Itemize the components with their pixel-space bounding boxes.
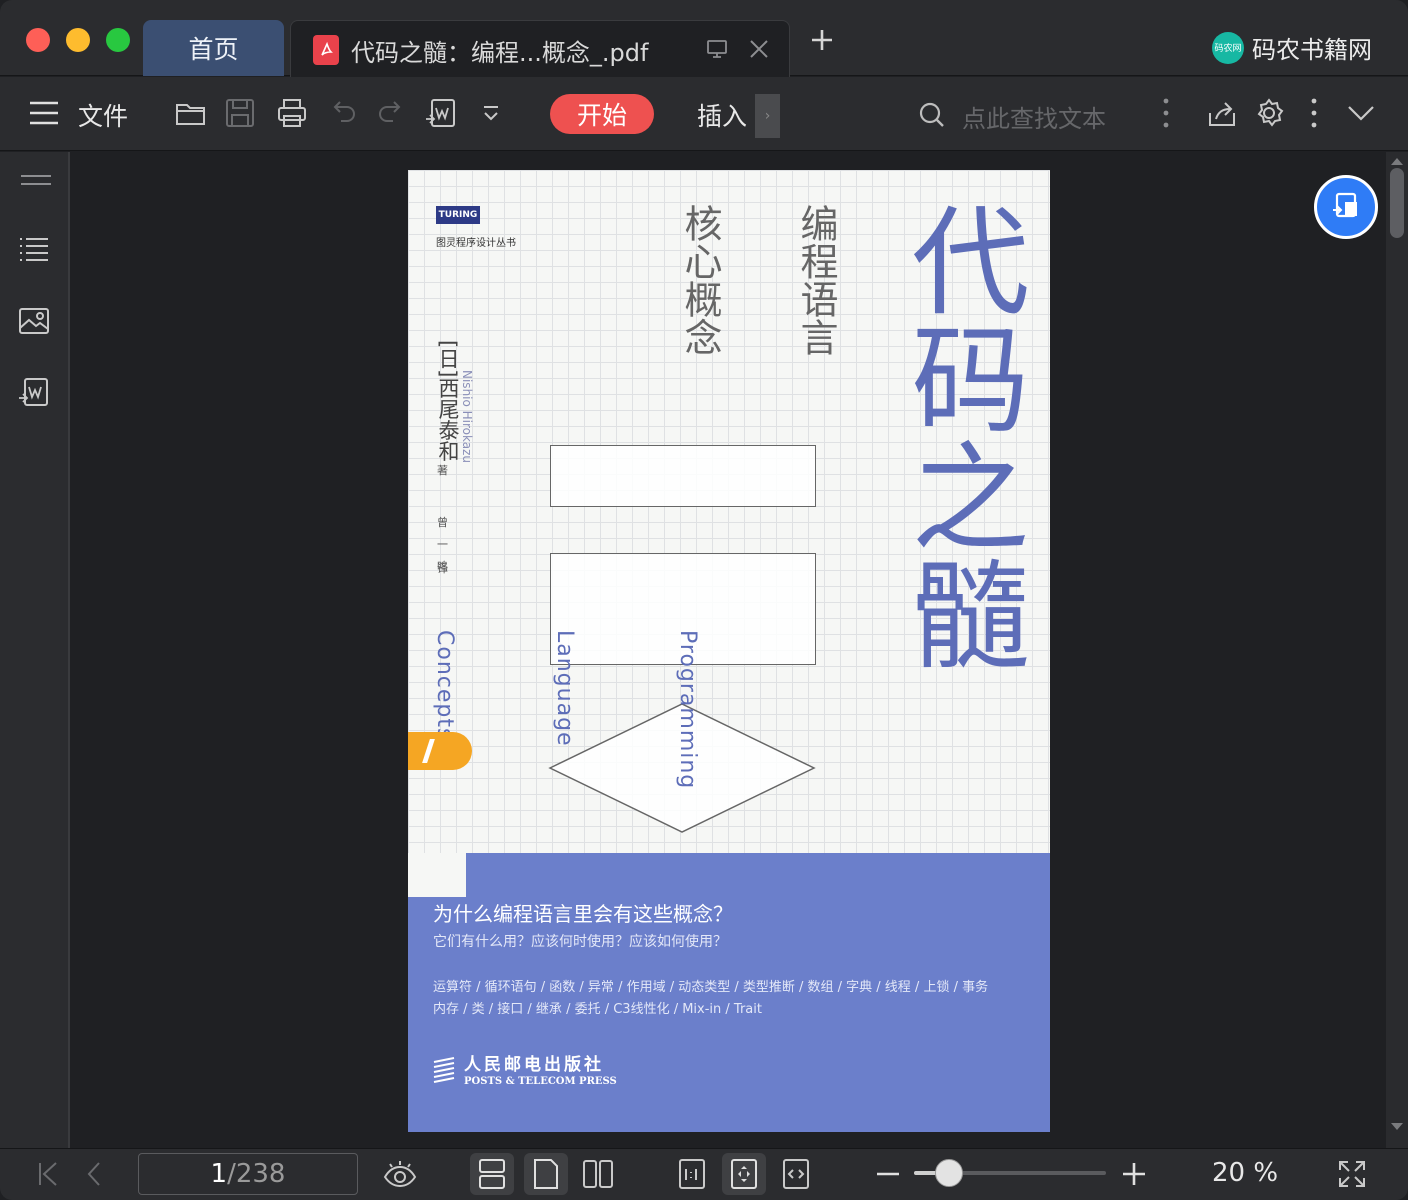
pdf-page[interactable]: TURING 图灵程序设计丛书 代码之髓 编程语言 核心概念 [日]西尾泰和 N… — [408, 170, 1050, 1132]
open-folder-icon[interactable] — [174, 97, 208, 129]
more-options-icon[interactable] — [1308, 97, 1320, 129]
eye-comfort-icon[interactable] — [378, 1153, 422, 1195]
orange-tag — [408, 732, 472, 770]
total-pages: /238 — [227, 1159, 286, 1189]
scroll-down-icon[interactable] — [1390, 1122, 1404, 1132]
zoom-slider-knob[interactable] — [934, 1159, 963, 1187]
current-page: 1 — [210, 1159, 228, 1189]
author-name: 西尾泰和 — [436, 377, 460, 462]
brand-logo-icon: 码农网 — [1212, 31, 1244, 64]
brand-name: 码农书籍网 — [1252, 36, 1372, 64]
minimize-window-button[interactable] — [66, 28, 90, 52]
book-author: [日]西尾泰和 — [433, 340, 463, 461]
book-subtitle-line1: 编程语言 — [794, 204, 838, 356]
brand[interactable]: 码农网 码农书籍网 — [1212, 30, 1372, 65]
sidebar-collapse-icon[interactable] — [19, 172, 53, 188]
redo-icon[interactable] — [376, 97, 406, 127]
left-sidebar — [0, 152, 70, 1148]
turing-logo: TURING — [436, 206, 480, 224]
book-title: 代码之髓 — [891, 200, 1029, 672]
publisher-name: 人民邮电出版社 — [464, 1055, 604, 1075]
title-bar: 首页 代码之髓：编程...概念_.pdf 码农网 码农书籍网 — [0, 0, 1408, 77]
fullscreen-icon[interactable] — [1330, 1153, 1374, 1195]
cover-notch — [408, 853, 466, 897]
cover-topics-line2: 内存 / 类 / 接口 / 继承 / 委托 / C3线性化 / Mix-in /… — [433, 1002, 762, 1017]
floating-convert-button[interactable] — [1314, 175, 1378, 239]
previous-page-icon[interactable] — [72, 1153, 116, 1195]
tab-document[interactable]: 代码之髓：编程...概念_.pdf — [290, 20, 790, 77]
dropdown-icon[interactable] — [480, 103, 502, 125]
close-tab-icon[interactable] — [747, 37, 771, 61]
book-subtitle-line2: 核心概念 — [678, 204, 722, 356]
publisher-name-en: POSTS & TELECOM PRESS — [464, 1076, 617, 1087]
word-programming: Programming — [675, 630, 700, 790]
page-number-input[interactable]: 1/238 — [138, 1153, 358, 1195]
pdf-to-word-icon[interactable] — [424, 97, 458, 131]
main-toolbar: 文件 开始 插入 › 点此查找文本 — [0, 77, 1408, 151]
convert-icon — [1333, 192, 1357, 218]
cover-topics-line1: 运算符 / 循环语句 / 函数 / 异常 / 作用域 / 动态类型 / 类型推断… — [433, 980, 989, 995]
flowchart-box-top — [550, 445, 816, 507]
undo-icon[interactable] — [328, 97, 358, 127]
pdf-file-icon — [313, 35, 339, 65]
two-page-icon[interactable] — [576, 1153, 620, 1195]
more-vertical-icon[interactable] — [1160, 97, 1172, 129]
first-page-icon[interactable] — [26, 1153, 70, 1195]
search-icon[interactable] — [918, 101, 946, 129]
zoom-out-icon[interactable] — [866, 1153, 910, 1195]
thumbnail-image-icon[interactable] — [17, 306, 51, 336]
document-canvas[interactable]: TURING 图灵程序设计丛书 代码之髓 编程语言 核心概念 [日]西尾泰和 N… — [72, 152, 1386, 1148]
chevron-down-icon[interactable] — [1346, 103, 1376, 123]
outline-list-icon[interactable] — [17, 236, 51, 264]
share-icon[interactable] — [1206, 97, 1238, 129]
tab-insert[interactable]: 插入 — [697, 97, 747, 133]
file-menu[interactable]: 文件 — [78, 97, 128, 133]
actual-size-icon[interactable] — [670, 1153, 714, 1195]
cover-question-sub: 它们有什么用？应该何时使用？应该如何使用？ — [433, 934, 727, 950]
zoom-level[interactable]: 20 % — [1212, 1158, 1278, 1188]
monitor-icon[interactable] — [705, 37, 729, 61]
fit-width-icon[interactable] — [774, 1153, 818, 1195]
scroll-thumb[interactable] — [1390, 168, 1404, 238]
author-prefix: [日] — [436, 340, 460, 378]
hamburger-menu-icon[interactable] — [28, 99, 60, 127]
continuous-scroll-icon[interactable] — [470, 1153, 514, 1195]
app-window: 首页 代码之髓：编程...概念_.pdf 码农网 码农书籍网 文件 开始 插入 … — [0, 0, 1408, 1200]
single-page-icon[interactable] — [524, 1153, 568, 1195]
publisher-logo — [433, 1057, 455, 1083]
status-bar: 1/238 20 % — [0, 1148, 1408, 1200]
tab-document-title: 代码之髓：编程...概念_.pdf — [351, 39, 649, 67]
more-tabs-button[interactable]: › — [755, 94, 780, 138]
book-series: 图灵程序设计丛书 — [436, 238, 516, 249]
tab-start[interactable]: 开始 — [550, 94, 654, 134]
new-tab-button[interactable] — [810, 28, 834, 52]
vertical-scrollbar[interactable] — [1386, 152, 1408, 1148]
gear-icon[interactable] — [1253, 97, 1285, 129]
fit-page-icon[interactable] — [722, 1153, 766, 1195]
close-window-button[interactable] — [26, 28, 50, 52]
book-author-en: Nishio Hirokazu — [460, 370, 474, 464]
translator-role: 译 — [437, 562, 448, 575]
scroll-up-icon[interactable] — [1390, 156, 1404, 166]
sidebar-convert-icon[interactable] — [17, 376, 51, 410]
save-icon[interactable] — [224, 97, 256, 129]
print-icon[interactable] — [276, 97, 308, 129]
tab-home[interactable]: 首页 — [143, 20, 284, 76]
zoom-in-icon[interactable] — [1112, 1153, 1156, 1195]
author-role: 著 — [437, 464, 448, 477]
search-input[interactable]: 点此查找文本 — [962, 99, 1106, 134]
cover-question: 为什么编程语言里会有这些概念？ — [433, 902, 733, 926]
word-language: Language — [552, 630, 577, 747]
word-concepts: Concepts — [432, 630, 457, 741]
maximize-window-button[interactable] — [106, 28, 130, 52]
